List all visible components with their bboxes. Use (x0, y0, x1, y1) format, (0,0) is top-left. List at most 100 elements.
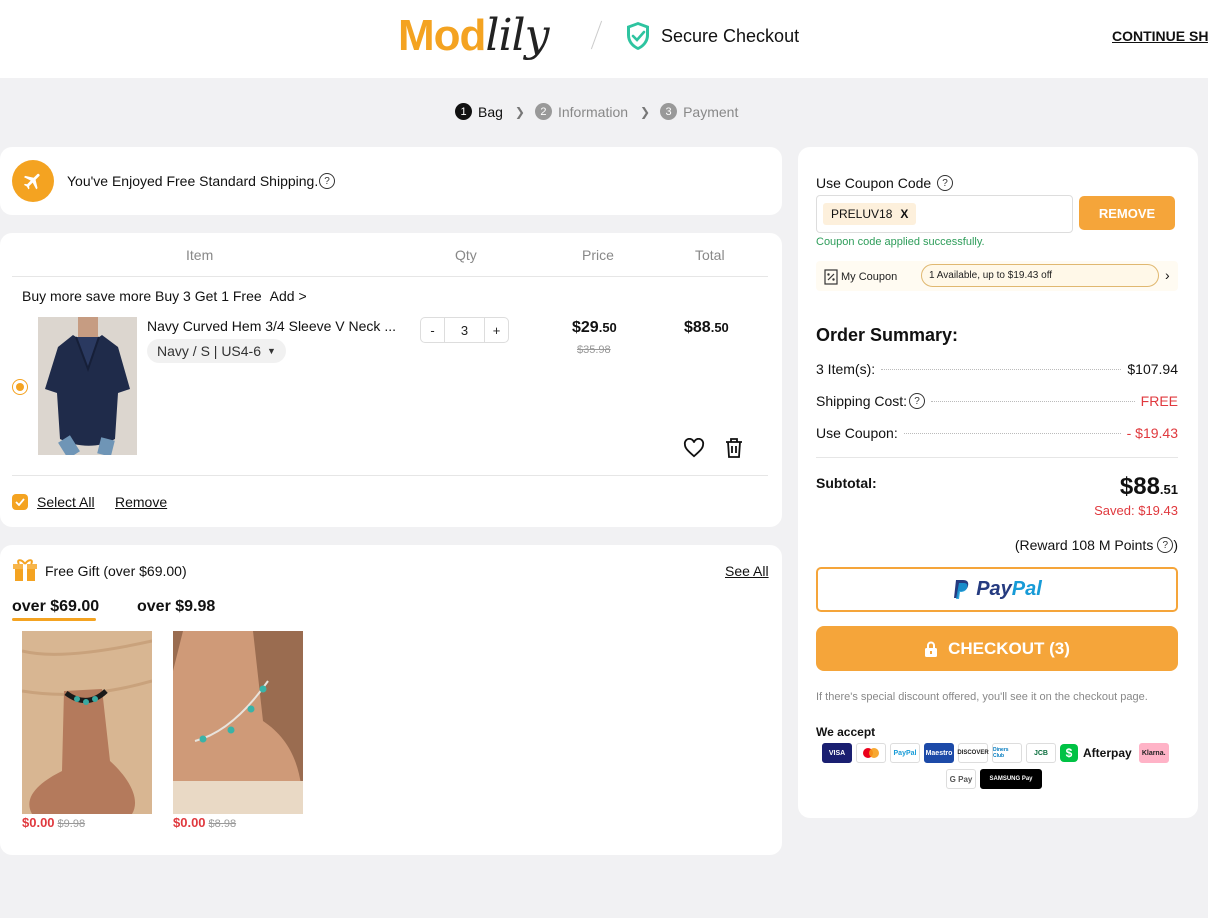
shield-check-icon (627, 22, 649, 50)
continue-shopping-link[interactable]: CONTINUE SHO (1112, 28, 1208, 44)
unit-price-cents: .50 (598, 320, 617, 335)
help-icon[interactable]: ? (909, 393, 926, 409)
coupon-discount-value: - $19.43 (1126, 425, 1178, 441)
divider (12, 276, 768, 277)
heart-icon[interactable] (683, 438, 705, 458)
product-image[interactable] (38, 317, 137, 455)
chevron-right-icon: ❯ (514, 104, 525, 119)
divider (12, 475, 768, 476)
payment-methods-row: VISA PayPal Maestro DISCOVER Diners Club… (822, 743, 1169, 763)
logo-lily: lily (485, 10, 549, 61)
header-divider (590, 20, 603, 50)
my-coupon-row[interactable]: My Coupon 1 Available, up to $19.43 off … (816, 261, 1178, 291)
tab-over-9-98[interactable]: over $9.98 (137, 598, 215, 616)
close-icon[interactable]: X (900, 207, 908, 221)
see-all-link[interactable]: See All (725, 563, 769, 579)
help-icon[interactable]: ? (1157, 537, 1174, 553)
remove-selected-link[interactable]: Remove (115, 494, 167, 510)
we-accept-label: We accept (816, 725, 876, 739)
select-all-link[interactable]: Select All (37, 494, 95, 510)
coupon-input[interactable]: PRELUV18 X (816, 195, 1073, 233)
available-coupon-pill: 1 Available, up to $19.43 off (921, 264, 1159, 287)
lock-icon (925, 641, 938, 657)
reward-points: (Reward 108 M Points ? ) (1015, 537, 1178, 553)
shipping-label: Shipping Cost: (816, 393, 908, 409)
subtotal-label: Subtotal: (816, 475, 877, 491)
items-value: $107.94 (1127, 361, 1178, 377)
coupon-title: Use Coupon Code (816, 175, 932, 191)
column-header-qty: Qty (455, 247, 477, 263)
active-tab-underline (12, 618, 96, 621)
gift-original-price: $9.98 (57, 818, 86, 830)
jcb-icon: JCB (1026, 743, 1056, 763)
paypal-text-pal: Pal (1011, 578, 1042, 600)
airplane-icon (12, 160, 54, 202)
remove-coupon-button[interactable]: REMOVE (1079, 196, 1175, 230)
gift-icon (13, 559, 37, 581)
gift-original-price: $8.98 (208, 818, 237, 830)
check-icon (15, 498, 25, 506)
help-icon[interactable]: ? (937, 175, 953, 191)
item-radio[interactable] (12, 379, 28, 395)
order-summary-title: Order Summary: (816, 325, 959, 345)
subtotal-cents: .51 (1159, 482, 1178, 497)
paypal-card-icon: PayPal (890, 743, 920, 763)
step-number: 2 (534, 103, 552, 120)
quantity-stepper: - 3 + (420, 317, 509, 343)
line-total: $88.50 (684, 319, 729, 337)
modlily-logo[interactable]: Modlily (398, 6, 549, 66)
coupon-discount-label: Use Coupon: (816, 425, 898, 441)
coupon-success-message: Coupon code applied successfully. (816, 236, 985, 248)
checkout-steps: 1 Bag ❯ 2 Information ❯ 3 Payment (455, 103, 738, 120)
trash-icon[interactable] (724, 437, 744, 459)
applied-coupon-chip: PRELUV18 X (823, 203, 917, 225)
qty-plus-button[interactable]: + (485, 323, 508, 338)
step-information: 2 Information (534, 103, 629, 120)
qty-minus-button[interactable]: - (421, 323, 444, 338)
step-payment: 3 Payment (660, 103, 738, 120)
checkout-label: CHECKOUT (3) (948, 638, 1070, 658)
free-gift-panel: Free Gift (over $69.00) See All over $69… (0, 545, 782, 855)
afterpay-label: Afterpay (1083, 746, 1132, 760)
promo-text: Buy more save more Buy 3 Get 1 Free (22, 288, 262, 304)
maestro-icon: Maestro (924, 743, 954, 763)
discover-icon: DISCOVER (957, 743, 989, 763)
divider (816, 457, 1178, 458)
gift-price: $0.00 $9.98 (22, 815, 85, 830)
order-summary-panel: Use Coupon Code ? PRELUV18 X REMOVE Coup… (798, 147, 1198, 818)
mastercard-icon (856, 743, 886, 763)
unit-price-main: $29 (572, 319, 599, 336)
step-number: 3 (660, 103, 678, 120)
help-icon[interactable]: ? (319, 173, 335, 189)
step-label: Information (557, 103, 629, 120)
select-all-checkbox[interactable] (12, 494, 28, 510)
chevron-right-icon: ❯ (640, 104, 651, 119)
free-gift-title: Free Gift (over $69.00) (45, 563, 187, 579)
chevron-right-icon: › (1165, 267, 1170, 283)
gift-image-anklet-beaded[interactable] (173, 631, 303, 814)
product-name[interactable]: Navy Curved Hem 3/4 Sleeve V Neck ... (147, 318, 396, 334)
column-header-item: Item (186, 247, 214, 263)
original-price: $35.98 (577, 344, 611, 356)
paypal-button[interactable]: Pay Pal (816, 567, 1178, 612)
gift-sale-price: $0.00 (173, 815, 206, 830)
cash-app-icon: $ (1060, 744, 1078, 762)
step-label: Payment (683, 103, 739, 120)
diners-club-icon: Diners Club (992, 743, 1022, 763)
variant-select[interactable]: Navy / S | US4-6 ▼ (147, 339, 286, 363)
google-pay-icon: G Pay (946, 769, 976, 789)
my-coupon-label-wrap: My Coupon (824, 269, 897, 285)
variant-value: Navy / S | US4-6 (157, 343, 262, 359)
checkout-button[interactable]: CHECKOUT (3) (816, 626, 1178, 671)
visa-icon: VISA (822, 743, 852, 763)
column-header-total: Total (695, 247, 725, 263)
subtotal-main: $88 (1119, 473, 1160, 500)
promo-add-link[interactable]: Add > (270, 288, 307, 304)
afterpay-icon: $ Afterpay (1060, 744, 1132, 762)
gift-image-anklet-black[interactable] (22, 631, 152, 814)
free-shipping-banner: You've Enjoyed Free Standard Shipping. (0, 147, 782, 215)
free-shipping-text: You've Enjoyed Free Standard Shipping. (67, 173, 319, 189)
tab-over-69[interactable]: over $69.00 (12, 598, 99, 616)
qty-input[interactable]: 3 (444, 318, 485, 342)
promo-line: Buy more save more Buy 3 Get 1 Free Add > (22, 288, 307, 304)
